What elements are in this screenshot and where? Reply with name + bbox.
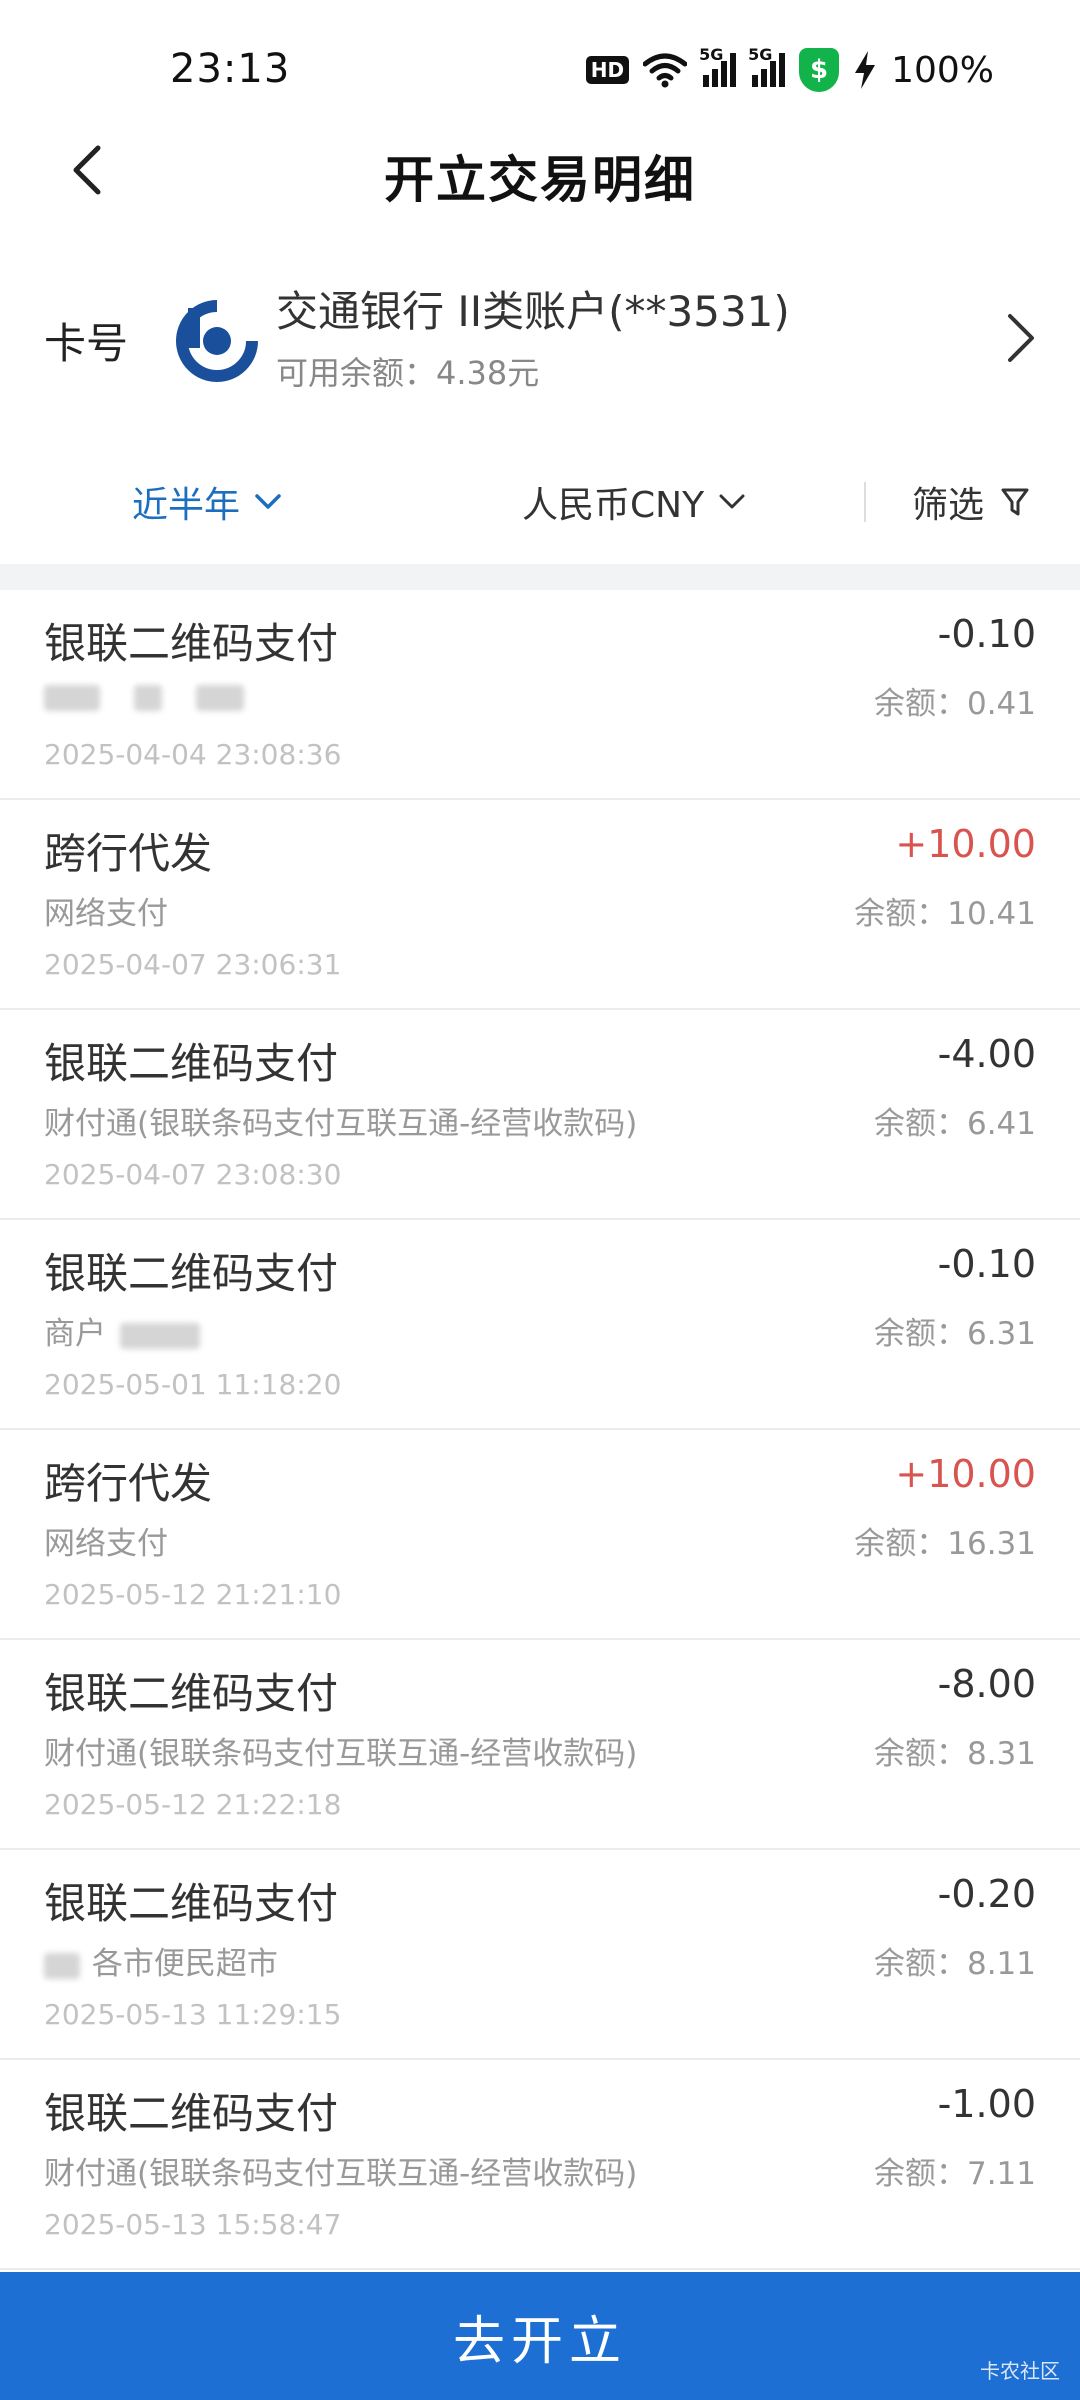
card-selector[interactable]: 卡号 交通银行 II类账户(**3531) 可用余额：4.38元 (0, 260, 1080, 410)
page-title: 开立交易明细 (384, 151, 696, 209)
transaction-title: 银联二维码支付 (44, 2089, 339, 2138)
transaction-merchant: 商户 (44, 1308, 200, 1353)
transaction-balance: 余额：8.31 (873, 1736, 1036, 1772)
filter-divider (864, 482, 866, 522)
transaction-title: 银联二维码支付 (44, 1039, 339, 1088)
signal-5g-icon: 5G (699, 45, 737, 87)
transaction-list: 银联二维码支付 2025-04-04 23:08:36 -0.10 余额：0.4… (0, 590, 1080, 2270)
transaction-date: 2025-05-01 11:18:20 (44, 1368, 342, 1401)
transaction-merchant (44, 678, 244, 714)
chevron-down-icon (255, 494, 281, 509)
transaction-merchant: 财付通(银联条码支付互联互通-经营收款码) (44, 1106, 638, 1142)
redacted-mask (44, 1952, 80, 1979)
transaction-merchant: 各市便民超市 (44, 1938, 278, 1983)
transaction-date: 2025-05-12 21:22:18 (44, 1788, 342, 1821)
bank-logo-icon (176, 300, 258, 382)
status-bar: 23:13 HD 5G 5G $ 100% (0, 0, 1080, 140)
transaction-title: 银联二维码支付 (44, 1249, 339, 1298)
transaction-amount: -0.20 (937, 1872, 1036, 1916)
wifi-icon (643, 53, 688, 88)
transaction-row[interactable]: 银联二维码支付 各市便民超市 2025-05-13 11:29:15 -0.20… (0, 1850, 1080, 2060)
card-label: 卡号 (44, 319, 129, 368)
status-icons: HD 5G 5G $ 100% (585, 45, 994, 94)
transaction-merchant: 网络支付 (44, 1526, 168, 1562)
transaction-date: 2025-05-13 15:58:47 (44, 2208, 342, 2241)
transaction-balance: 余额：0.41 (873, 686, 1036, 722)
hd-icon: HD (585, 56, 630, 84)
transaction-title: 银联二维码支付 (44, 619, 339, 668)
transaction-balance: 余额：8.11 (873, 1946, 1036, 1982)
redacted-mask (119, 1322, 200, 1349)
signal-5g-icon-2: 5G (748, 45, 786, 87)
transaction-balance: 余额：6.41 (873, 1106, 1036, 1142)
redacted-mask (195, 684, 244, 711)
transaction-date: 2025-04-07 23:08:30 (44, 1158, 342, 1191)
transaction-title: 银联二维码支付 (44, 1879, 339, 1928)
filter-bar: 近半年 人民币CNY 筛选 (0, 460, 1080, 540)
currency-filter[interactable]: 人民币CNY (522, 476, 746, 528)
period-filter-label: 近半年 (132, 485, 241, 526)
screen-filter[interactable]: 筛选 (912, 476, 1030, 528)
screen-filter-label: 筛选 (912, 485, 985, 526)
open-account-button[interactable]: 去开立 (0, 2272, 1080, 2400)
transaction-title: 跨行代发 (44, 829, 213, 878)
open-account-label: 去开立 (452, 2311, 627, 2372)
chevron-down-icon (719, 494, 745, 509)
bank-account-name: 交通银行 II类账户(**3531) (276, 287, 790, 336)
redacted-mask (44, 684, 100, 711)
transaction-row[interactable]: 跨行代发 网络支付 2025-05-12 21:21:10 +10.00 余额：… (0, 1430, 1080, 1640)
transaction-merchant-text: 商户 (44, 1316, 106, 1352)
transaction-amount: +10.00 (895, 822, 1036, 866)
transaction-date: 2025-05-12 21:21:10 (44, 1578, 342, 1611)
period-filter[interactable]: 近半年 (132, 476, 282, 528)
transaction-date: 2025-05-13 11:29:15 (44, 1998, 342, 2031)
funnel-icon (1001, 488, 1029, 516)
transaction-row[interactable]: 银联二维码支付 2025-04-04 23:08:36 -0.10 余额：0.4… (0, 590, 1080, 800)
transaction-merchant: 网络支付 (44, 896, 168, 932)
header: 开立交易明细 (0, 120, 1080, 220)
transaction-amount: -8.00 (937, 1662, 1036, 1706)
shield-icon: $ (799, 48, 840, 92)
chevron-right-icon (1008, 314, 1034, 362)
transaction-amount: -4.00 (937, 1032, 1036, 1076)
transaction-row[interactable]: 银联二维码支付 财付通(银联条码支付互联互通-经营收款码) 2025-05-13… (0, 2060, 1080, 2270)
battery-level: 100% (891, 49, 994, 91)
transaction-balance: 余额：10.41 (854, 896, 1036, 932)
transaction-row[interactable]: 跨行代发 网络支付 2025-04-07 23:06:31 +10.00 余额：… (0, 800, 1080, 1010)
transaction-amount: -1.00 (937, 2082, 1036, 2126)
status-time: 23:13 (170, 46, 291, 92)
charging-icon (855, 51, 876, 89)
currency-filter-label: 人民币CNY (522, 485, 705, 526)
transaction-title: 跨行代发 (44, 1459, 213, 1508)
transaction-title: 银联二维码支付 (44, 1669, 339, 1718)
transaction-amount: +10.00 (895, 1452, 1036, 1496)
section-divider (0, 564, 1080, 590)
redacted-mask (133, 684, 162, 711)
signal-5g-label-2: 5G (748, 45, 773, 64)
transaction-row[interactable]: 银联二维码支付 财付通(银联条码支付互联互通-经营收款码) 2025-05-12… (0, 1640, 1080, 1850)
transaction-row[interactable]: 银联二维码支付 财付通(银联条码支付互联互通-经营收款码) 2025-04-07… (0, 1010, 1080, 1220)
transaction-merchant: 财付通(银联条码支付互联互通-经营收款码) (44, 1736, 638, 1772)
transaction-date: 2025-04-04 23:08:36 (44, 738, 342, 771)
available-balance: 可用余额：4.38元 (276, 354, 540, 392)
transaction-row[interactable]: 银联二维码支付 商户 2025-05-01 11:18:20 -0.10 余额：… (0, 1220, 1080, 1430)
signal-5g-label: 5G (699, 45, 724, 64)
watermark: 卡农社区 (980, 2359, 1060, 2383)
transaction-amount: -0.10 (937, 612, 1036, 656)
transaction-balance: 余额：16.31 (854, 1526, 1036, 1562)
transaction-date: 2025-04-07 23:06:31 (44, 948, 342, 981)
transaction-merchant: 财付通(银联条码支付互联互通-经营收款码) (44, 2156, 638, 2192)
transaction-balance: 余额：7.11 (873, 2156, 1036, 2192)
transaction-balance: 余额：6.31 (873, 1316, 1036, 1352)
transaction-merchant-text: 各市便民超市 (91, 1946, 278, 1982)
transaction-amount: -0.10 (937, 1242, 1036, 1286)
